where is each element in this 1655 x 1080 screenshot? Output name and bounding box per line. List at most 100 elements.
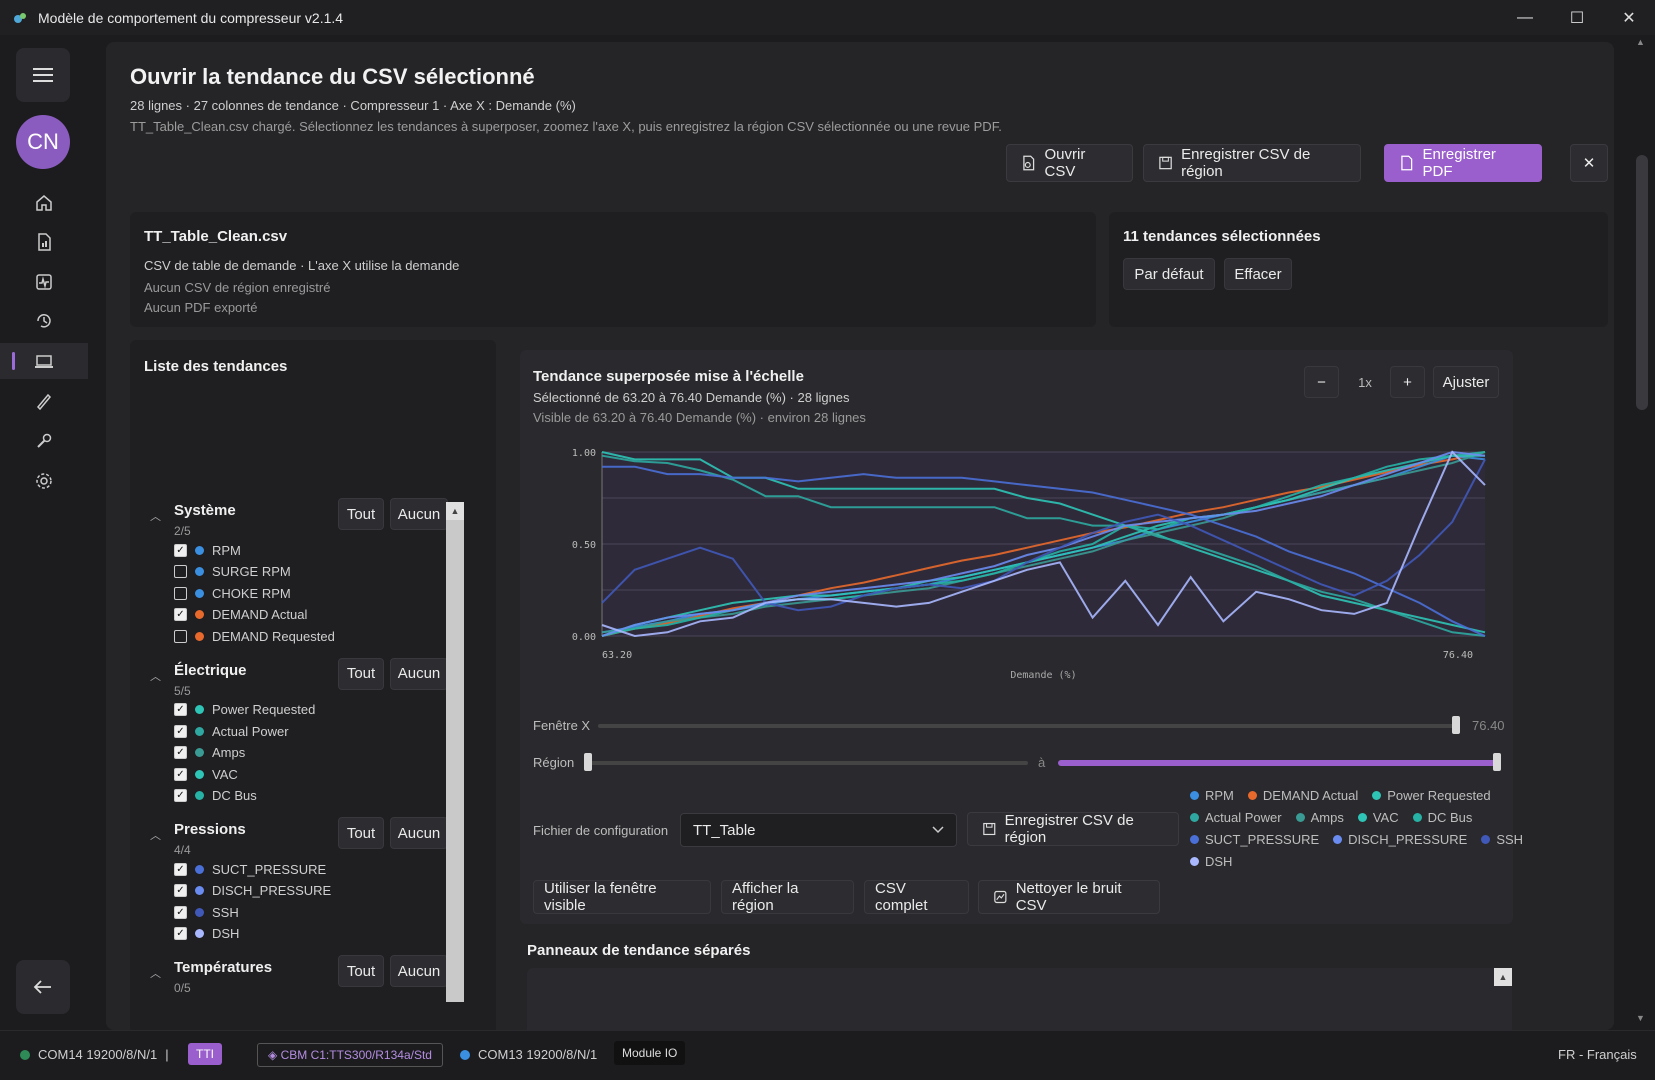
close-panel-button[interactable]: ✕ [1570, 144, 1608, 182]
language-status[interactable]: FR - Français [1558, 1047, 1637, 1062]
cbm-badge[interactable]: ◈ CBM C1:TTS300/R134a/Std [257, 1043, 443, 1067]
port1-dot-icon [20, 1049, 30, 1060]
nav-history[interactable] [0, 303, 88, 339]
trend-label: SURGE RPM [212, 564, 291, 579]
legend-item[interactable]: Actual Power [1190, 810, 1282, 825]
hamburger-menu-button[interactable] [16, 48, 70, 102]
legend-item[interactable]: SSH [1481, 832, 1523, 847]
region-start-handle[interactable] [584, 753, 592, 771]
full-csv-button[interactable]: CSV complet [864, 880, 969, 914]
group-collapse-icon[interactable]: ︿ [150, 827, 161, 843]
trend-checkbox[interactable]: ✓ [174, 608, 187, 621]
group-all-button[interactable]: Tout [338, 657, 384, 690]
nav-settings[interactable] [0, 463, 88, 499]
nav-edit[interactable] [0, 383, 88, 419]
trend-checkbox[interactable]: ✓ [174, 927, 187, 940]
group-collapse-icon[interactable]: ︿ [150, 668, 161, 684]
overlay-trend-chart[interactable]: 1.00 0.50 0.00 63.20 76.40 Demande (%) [530, 440, 1500, 700]
nav-home[interactable] [0, 185, 88, 221]
legend-item[interactable]: VAC [1357, 810, 1399, 825]
default-button[interactable]: Par défaut [1123, 258, 1215, 290]
open-csv-button[interactable]: Ouvrir CSV [1006, 144, 1133, 182]
nav-report[interactable] [0, 224, 88, 260]
user-avatar[interactable]: CN [16, 115, 70, 169]
page-scroll-up-icon[interactable]: ▲ [1636, 37, 1645, 47]
scroll-up-icon[interactable]: ▲ [446, 502, 464, 520]
legend-item[interactable]: RPM [1190, 788, 1234, 803]
group-collapse-icon[interactable]: ︿ [150, 508, 161, 524]
trend-checkbox[interactable] [174, 565, 187, 578]
nav-trend[interactable] [0, 343, 88, 379]
trend-item[interactable]: SURGE RPM [174, 562, 291, 582]
page-scroll-thumb[interactable] [1636, 155, 1648, 410]
group-none-button[interactable]: Aucun [390, 817, 448, 849]
region-end-handle[interactable] [1493, 753, 1501, 771]
fit-button[interactable]: Ajuster [1433, 366, 1499, 398]
nav-tools[interactable] [0, 423, 88, 459]
legend-item[interactable]: DSH [1190, 854, 1232, 869]
module-io-badge[interactable]: Module IO [614, 1041, 686, 1065]
trend-item[interactable]: ✓ Actual Power [174, 721, 289, 741]
trend-item[interactable]: ✓ DEMAND Actual [174, 605, 307, 625]
trend-item[interactable]: ✓ DC Bus [174, 786, 257, 806]
back-button[interactable] [16, 960, 70, 1014]
separate-scroll-up-icon[interactable]: ▲ [1494, 968, 1512, 986]
minimize-button[interactable]: — [1499, 0, 1551, 35]
trend-list-scrollbar[interactable]: ▲ [446, 502, 464, 1002]
use-visible-window-button[interactable]: Utiliser la fenêtre visible [533, 880, 711, 914]
group-all-button[interactable]: Tout [338, 498, 384, 530]
trend-checkbox[interactable]: ✓ [174, 905, 187, 919]
trend-checkbox[interactable]: ✓ [174, 703, 187, 716]
page-scroll-down-icon[interactable]: ▼ [1636, 1013, 1645, 1023]
config-file-select[interactable]: TT_Table [680, 813, 957, 847]
group-all-button[interactable]: Tout [338, 955, 384, 987]
save-pdf-button[interactable]: Enregistrer PDF [1384, 144, 1542, 182]
chart-save-region-csv-button[interactable]: Enregistrer CSV de région [967, 812, 1179, 846]
region-end-track[interactable] [1058, 760, 1498, 766]
show-region-button[interactable]: Afficher la région [721, 880, 854, 914]
legend-item[interactable]: DEMAND Actual [1247, 788, 1358, 803]
trend-item[interactable]: ✓ DISCH_PRESSURE [174, 881, 331, 901]
trend-checkbox[interactable]: ✓ [174, 724, 187, 738]
clean-csv-noise-button[interactable]: Nettoyer le bruit CSV [978, 880, 1160, 914]
trend-item[interactable]: ✓ Power Requested [174, 700, 315, 720]
port1-label: COM14 19200/8/N/1 [38, 1047, 158, 1062]
legend-item[interactable]: SUCT_PRESSURE [1190, 832, 1319, 847]
window-x-handle[interactable] [1452, 716, 1460, 734]
trend-item[interactable]: ✓ Amps [174, 743, 245, 763]
trend-checkbox[interactable]: ✓ [174, 543, 187, 557]
trend-item[interactable]: ✓ DSH [174, 924, 239, 944]
legend-item[interactable]: DISCH_PRESSURE [1333, 832, 1467, 847]
legend-item[interactable]: Amps [1295, 810, 1344, 825]
zoom-out-button[interactable]: − [1304, 366, 1339, 398]
legend-item[interactable]: Power Requested [1372, 788, 1491, 803]
trend-item[interactable]: CHOKE RPM [174, 583, 291, 603]
trend-item[interactable]: ✓ VAC [174, 764, 238, 784]
trend-checkbox[interactable]: ✓ [174, 884, 187, 897]
trend-checkbox[interactable] [174, 586, 187, 600]
trend-item[interactable]: DEMAND Requested [174, 626, 335, 646]
close-window-button[interactable]: ✕ [1603, 0, 1655, 35]
nav-monitor[interactable] [0, 264, 88, 300]
group-collapse-icon[interactable]: ︿ [150, 965, 161, 981]
window-x-track[interactable] [598, 724, 1458, 728]
trend-item[interactable]: ✓ SSH [174, 902, 239, 922]
zoom-in-button[interactable]: + [1390, 366, 1425, 398]
trend-item[interactable]: ✓ RPM [174, 540, 241, 560]
trend-checkbox[interactable]: ✓ [174, 746, 187, 759]
trend-checkbox[interactable]: ✓ [174, 767, 187, 781]
clear-button[interactable]: Effacer [1224, 258, 1292, 290]
region-start-track[interactable] [588, 761, 1028, 765]
legend-item[interactable]: DC Bus [1412, 810, 1472, 825]
trend-checkbox[interactable]: ✓ [174, 862, 187, 876]
group-all-button[interactable]: Tout [338, 817, 384, 849]
trend-checkbox[interactable]: ✓ [174, 789, 187, 802]
group-none-button[interactable]: Aucun [390, 955, 448, 987]
group-none-button[interactable]: Aucun [390, 498, 448, 530]
trend-checkbox[interactable] [174, 629, 187, 643]
maximize-button[interactable]: ☐ [1551, 0, 1603, 35]
trend-item[interactable]: ✓ SUCT_PRESSURE [174, 859, 326, 879]
group-none-button[interactable]: Aucun [390, 657, 448, 690]
save-region-csv-button[interactable]: Enregistrer CSV de région [1143, 144, 1361, 182]
page-scrollbar[interactable]: ▲ ▼ [1632, 35, 1652, 1030]
